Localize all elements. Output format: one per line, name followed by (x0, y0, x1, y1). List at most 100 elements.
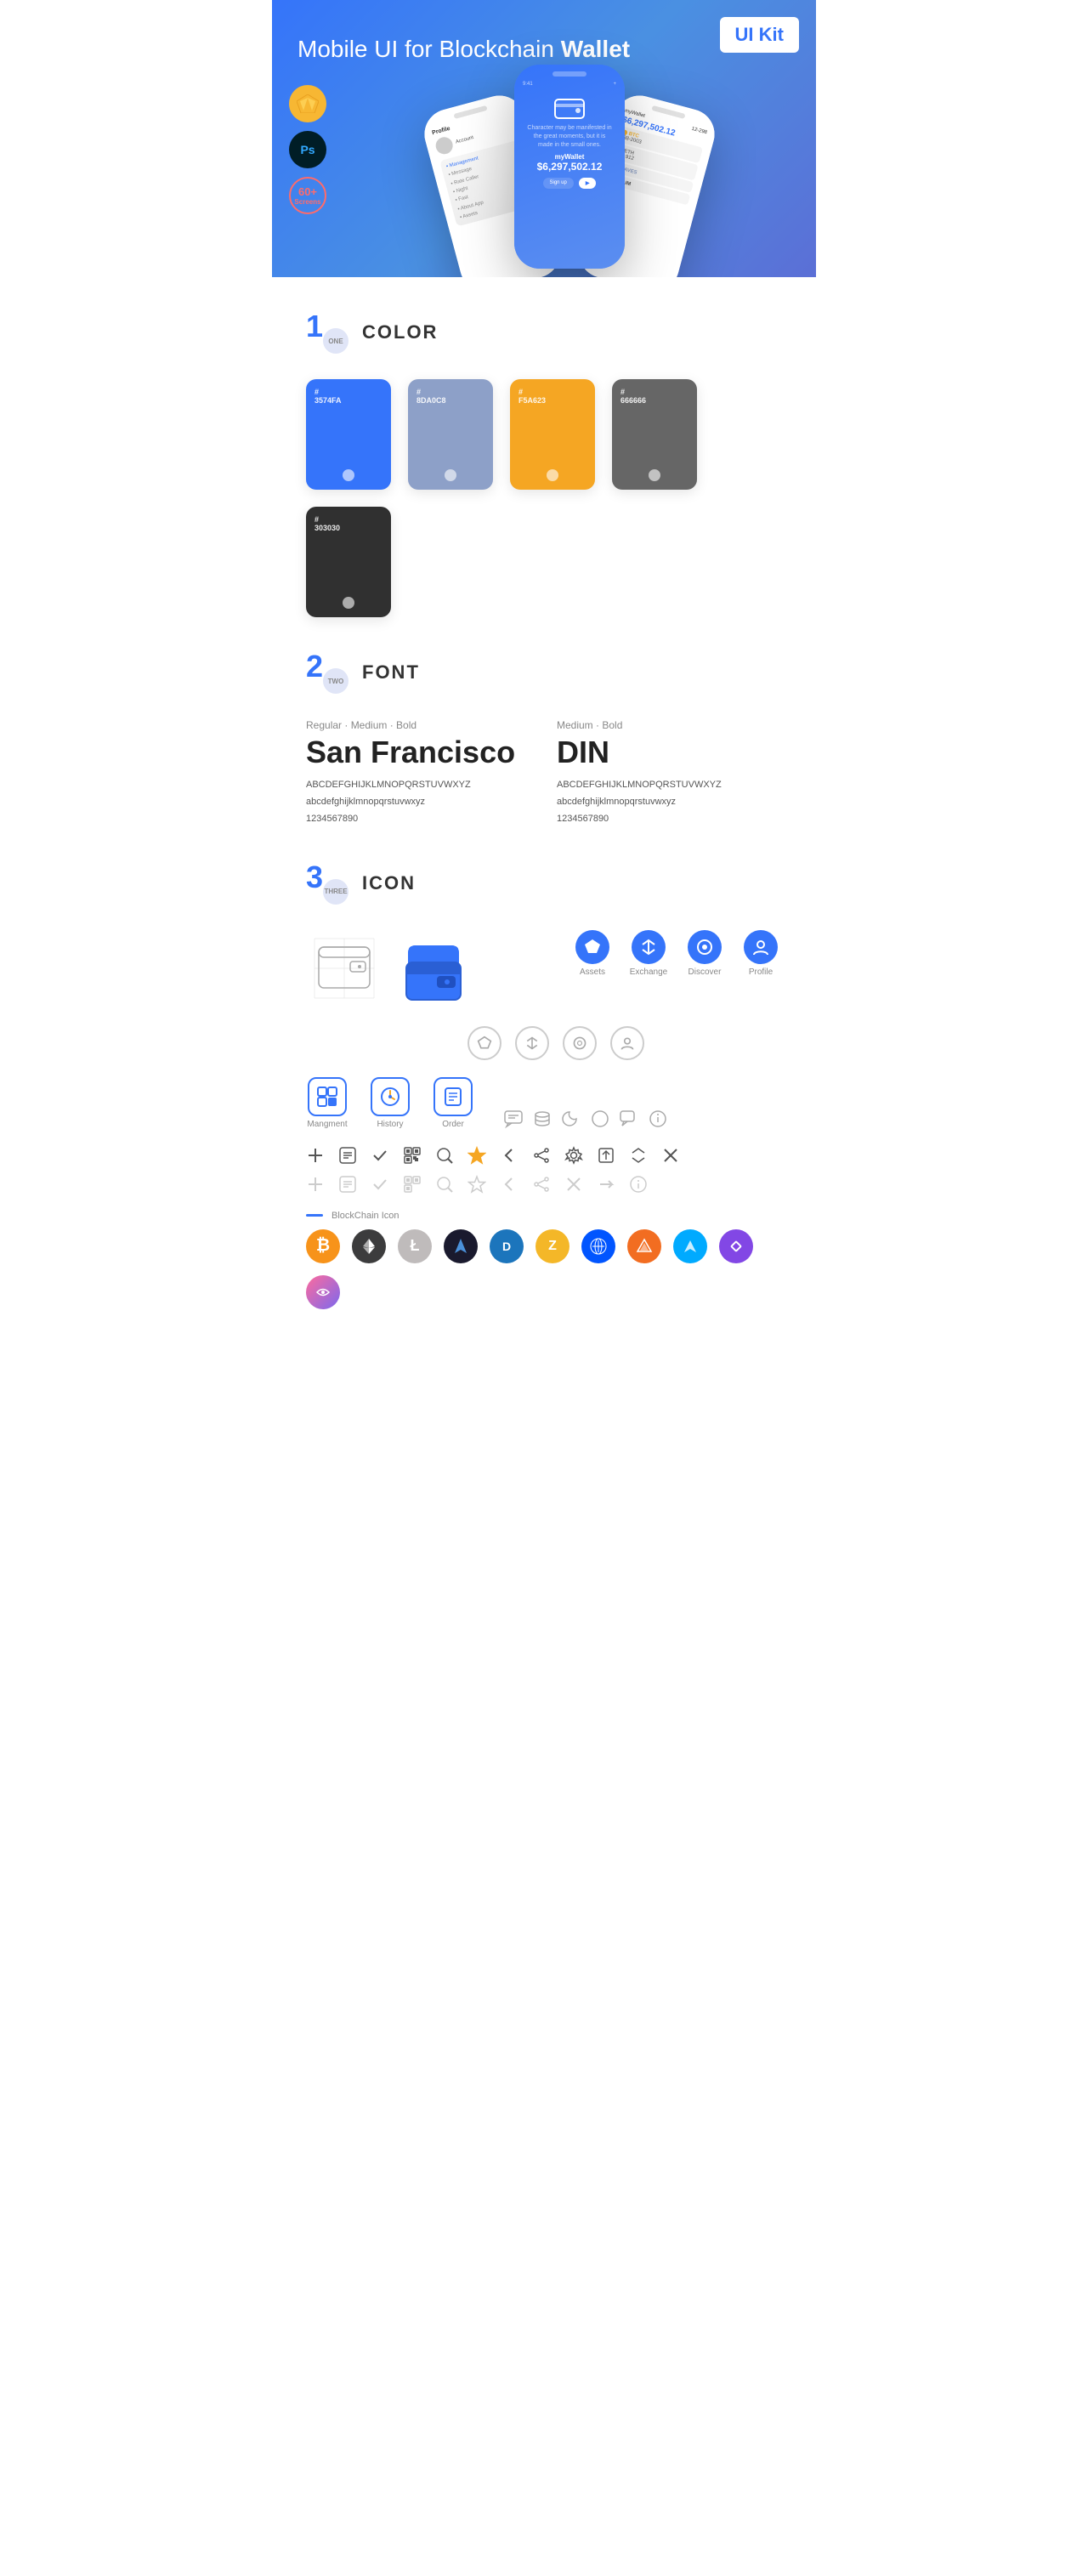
share-icon (532, 1146, 551, 1165)
info-icon (648, 1109, 668, 1129)
exchange-label: Exchange (630, 967, 667, 977)
profile-label: Profile (749, 967, 773, 977)
list-muted-icon (338, 1175, 357, 1194)
profile-icon-item: Profile (740, 930, 782, 977)
font-section-number: 2 TWO (306, 651, 348, 694)
ps-badge: Ps (289, 131, 326, 168)
arrow-muted-icon (597, 1175, 615, 1194)
management-label: Mangment (307, 1120, 347, 1129)
history-label: History (377, 1120, 403, 1129)
verge-icon (673, 1229, 707, 1263)
litecoin-icon: Ł (398, 1229, 432, 1263)
star-muted-icon (468, 1175, 486, 1194)
blockchain-label: BlockChain Icon (332, 1211, 400, 1221)
screens-badge: 60+ Screens (289, 177, 326, 214)
chevron-left-icon (500, 1146, 518, 1165)
sketch-badge (289, 85, 326, 122)
bubble-icon (619, 1109, 639, 1129)
order-icon-item: Order (432, 1077, 474, 1129)
font-sf: Regular · Medium · Bold San Francisco AB… (306, 719, 531, 827)
hero-title: Mobile UI for Blockchain Wallet (298, 34, 790, 65)
icon-section-header: 3 THREE ICON (306, 862, 782, 905)
color-section-header: 1 ONE COLOR (306, 311, 782, 354)
assets-icon-item: Assets (571, 930, 614, 977)
list-icon (338, 1146, 357, 1165)
misc-icons-row (503, 1109, 668, 1129)
bottom-nav-icons: Mangment History (306, 1077, 782, 1129)
exchange-arrows-icon (629, 1146, 648, 1165)
nav-icons-outline (468, 1026, 782, 1060)
qr-muted-icon (403, 1175, 422, 1194)
crypto-icons-row: ₿ Ł D Z (306, 1229, 782, 1309)
gear-icon (564, 1146, 583, 1165)
color-section: 1 ONE COLOR #3574FA #8DA0C8 #F5A623 #666… (272, 277, 816, 651)
exchange-icon (632, 930, 666, 964)
ark-icon (627, 1229, 661, 1263)
screens-label: Screens (294, 198, 320, 206)
utility-icons-active (306, 1146, 782, 1165)
plus-icon (306, 1146, 325, 1165)
color-swatches: #3574FA #8DA0C8 #F5A623 #666666 #303030 (306, 379, 782, 617)
hero-section: Mobile UI for Blockchain Wallet UI Kit P… (272, 0, 816, 277)
blockchain-divider: BlockChain Icon (306, 1211, 782, 1221)
stack-icon (532, 1109, 552, 1129)
phone-center: 9:41+ Character may be manifested in the… (514, 65, 625, 269)
share-muted-icon (532, 1175, 551, 1194)
exchange-outline-icon (515, 1026, 549, 1060)
ui-kit-badge: UI Kit (720, 17, 799, 53)
chat-icon (503, 1109, 524, 1129)
phones-container: Profile Account ▪ Management ▪ Message ▪… (348, 73, 790, 277)
screens-count: 60+ (298, 185, 317, 198)
order-label: Order (442, 1120, 464, 1129)
search-muted-icon (435, 1175, 454, 1194)
font-grid: Regular · Medium · Bold San Francisco AB… (306, 719, 782, 827)
check-icon (371, 1146, 389, 1165)
bitcoin-icon: ₿ (306, 1229, 340, 1263)
upload-icon (597, 1146, 615, 1165)
discover-outline-icon (563, 1026, 597, 1060)
dash-icon: D (490, 1229, 524, 1263)
icon-section: 3 THREE ICON (272, 862, 816, 1343)
discover-label: Discover (688, 967, 722, 977)
icon-wireframe-row: Assets Exchange (306, 930, 782, 1018)
swatch-dark: #303030 (306, 507, 391, 617)
assets-label: Assets (580, 967, 605, 977)
star-icon (468, 1146, 486, 1165)
plus-muted-icon (306, 1175, 325, 1194)
history-icon-item: History (369, 1077, 411, 1129)
discover-icon (688, 930, 722, 964)
assets-outline-icon (468, 1026, 502, 1060)
font-section-title: FONT (362, 661, 420, 684)
discover-icon-item: Discover (683, 930, 726, 977)
font-section: 2 TWO FONT Regular · Medium · Bold San F… (272, 651, 816, 861)
ethereum-icon (352, 1229, 386, 1263)
exchange-icon-item: Exchange (627, 930, 670, 977)
management-icon-item: Mangment (306, 1077, 348, 1129)
circle-icon (590, 1109, 610, 1129)
moon-icon (561, 1109, 581, 1129)
color-section-number: 1 ONE (306, 311, 348, 354)
close-icon (661, 1146, 680, 1165)
management-icon (308, 1077, 347, 1116)
chevron-muted-icon (500, 1175, 518, 1194)
search-icon (435, 1146, 454, 1165)
wallet-wireframe-icon (306, 930, 382, 1007)
matic-icon (719, 1229, 753, 1263)
wallet-filled-icon (400, 930, 537, 1018)
icon-section-title: ICON (362, 872, 416, 894)
swatch-orange: #F5A623 (510, 379, 595, 490)
history-icon (371, 1077, 410, 1116)
swatch-gray: #666666 (612, 379, 697, 490)
zcash-icon: Z (536, 1229, 570, 1263)
profile-icon (744, 930, 778, 964)
waves-icon (581, 1229, 615, 1263)
profile-outline-icon (610, 1026, 644, 1060)
assets-icon (575, 930, 609, 964)
font-din: Medium · Bold DIN ABCDEFGHIJKLMNOPQRSTUV… (557, 719, 782, 827)
icon-section-number: 3 THREE (306, 862, 348, 905)
color-section-title: COLOR (362, 321, 438, 343)
nav-icons-top: Assets Exchange (571, 930, 782, 977)
check-muted-icon (371, 1175, 389, 1194)
stellar-icon (306, 1275, 340, 1309)
swatch-blue: #3574FA (306, 379, 391, 490)
